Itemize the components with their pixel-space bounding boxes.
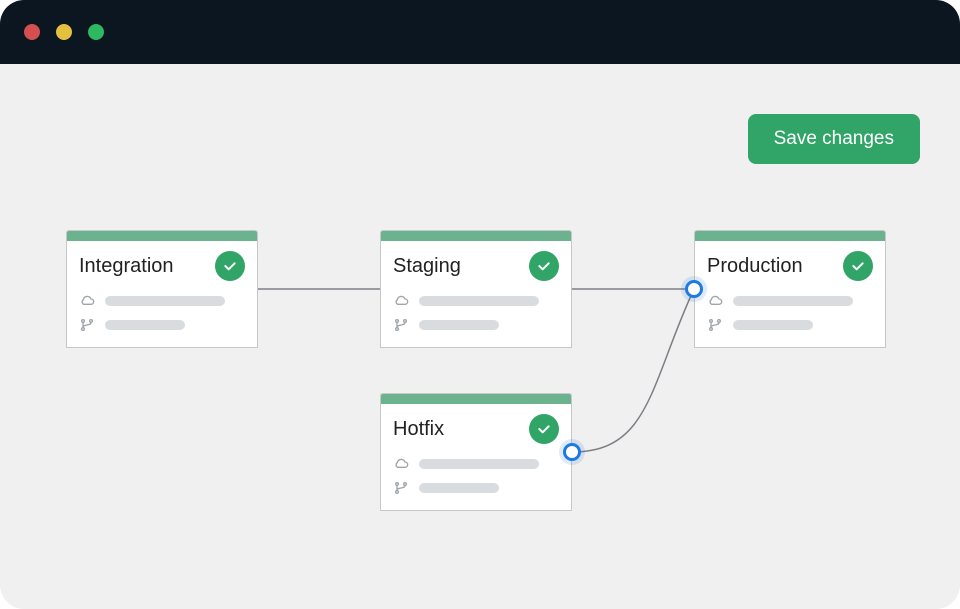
node-production[interactable]: Production [694, 230, 886, 348]
branch-meta-row [393, 480, 559, 496]
node-body: Production [695, 241, 885, 347]
git-branch-icon [393, 317, 409, 333]
placeholder-line [419, 483, 499, 493]
placeholder-line [419, 320, 499, 330]
node-title: Integration [79, 255, 174, 278]
node-body: Staging [381, 241, 571, 347]
node-title: Production [707, 255, 803, 278]
node-accent-bar [695, 231, 885, 241]
node-title: Hotfix [393, 418, 444, 441]
node-accent-bar [381, 394, 571, 404]
branch-meta-row [79, 317, 245, 333]
cloud-icon [79, 293, 95, 309]
cloud-meta-row [393, 293, 559, 309]
placeholder-line [105, 320, 185, 330]
cloud-icon [393, 293, 409, 309]
window-minimize-dot[interactable] [56, 24, 72, 40]
placeholder-line [733, 320, 813, 330]
placeholder-line [733, 296, 853, 306]
cloud-icon [393, 456, 409, 472]
node-body: Hotfix [381, 404, 571, 510]
node-body: Integration [67, 241, 257, 347]
git-branch-icon [707, 317, 723, 333]
cloud-meta-row [707, 293, 873, 309]
node-staging[interactable]: Staging [380, 230, 572, 348]
node-accent-bar [67, 231, 257, 241]
node-title: Staging [393, 255, 461, 278]
node-integration[interactable]: Integration [66, 230, 258, 348]
placeholder-line [105, 296, 225, 306]
status-check-icon [843, 251, 873, 281]
node-accent-bar [381, 231, 571, 241]
port-hotfix-output[interactable] [563, 443, 581, 461]
placeholder-line [419, 296, 539, 306]
git-branch-icon [393, 480, 409, 496]
cloud-icon [707, 293, 723, 309]
node-header: Production [707, 251, 873, 281]
window-close-dot[interactable] [24, 24, 40, 40]
window-zoom-dot[interactable] [88, 24, 104, 40]
placeholder-line [419, 459, 539, 469]
cloud-meta-row [393, 456, 559, 472]
window-titlebar [0, 0, 960, 64]
git-branch-icon [79, 317, 95, 333]
save-changes-button[interactable]: Save changes [748, 114, 920, 164]
app-window: Save changes Integration [0, 0, 960, 609]
port-production-input[interactable] [685, 280, 703, 298]
branch-meta-row [393, 317, 559, 333]
node-header: Integration [79, 251, 245, 281]
node-hotfix[interactable]: Hotfix [380, 393, 572, 511]
cloud-meta-row [79, 293, 245, 309]
status-check-icon [215, 251, 245, 281]
status-check-icon [529, 251, 559, 281]
branch-meta-row [707, 317, 873, 333]
node-header: Staging [393, 251, 559, 281]
edge-hotfix-production [572, 289, 694, 452]
status-check-icon [529, 414, 559, 444]
node-header: Hotfix [393, 414, 559, 444]
pipeline-canvas[interactable]: Save changes Integration [0, 64, 960, 609]
